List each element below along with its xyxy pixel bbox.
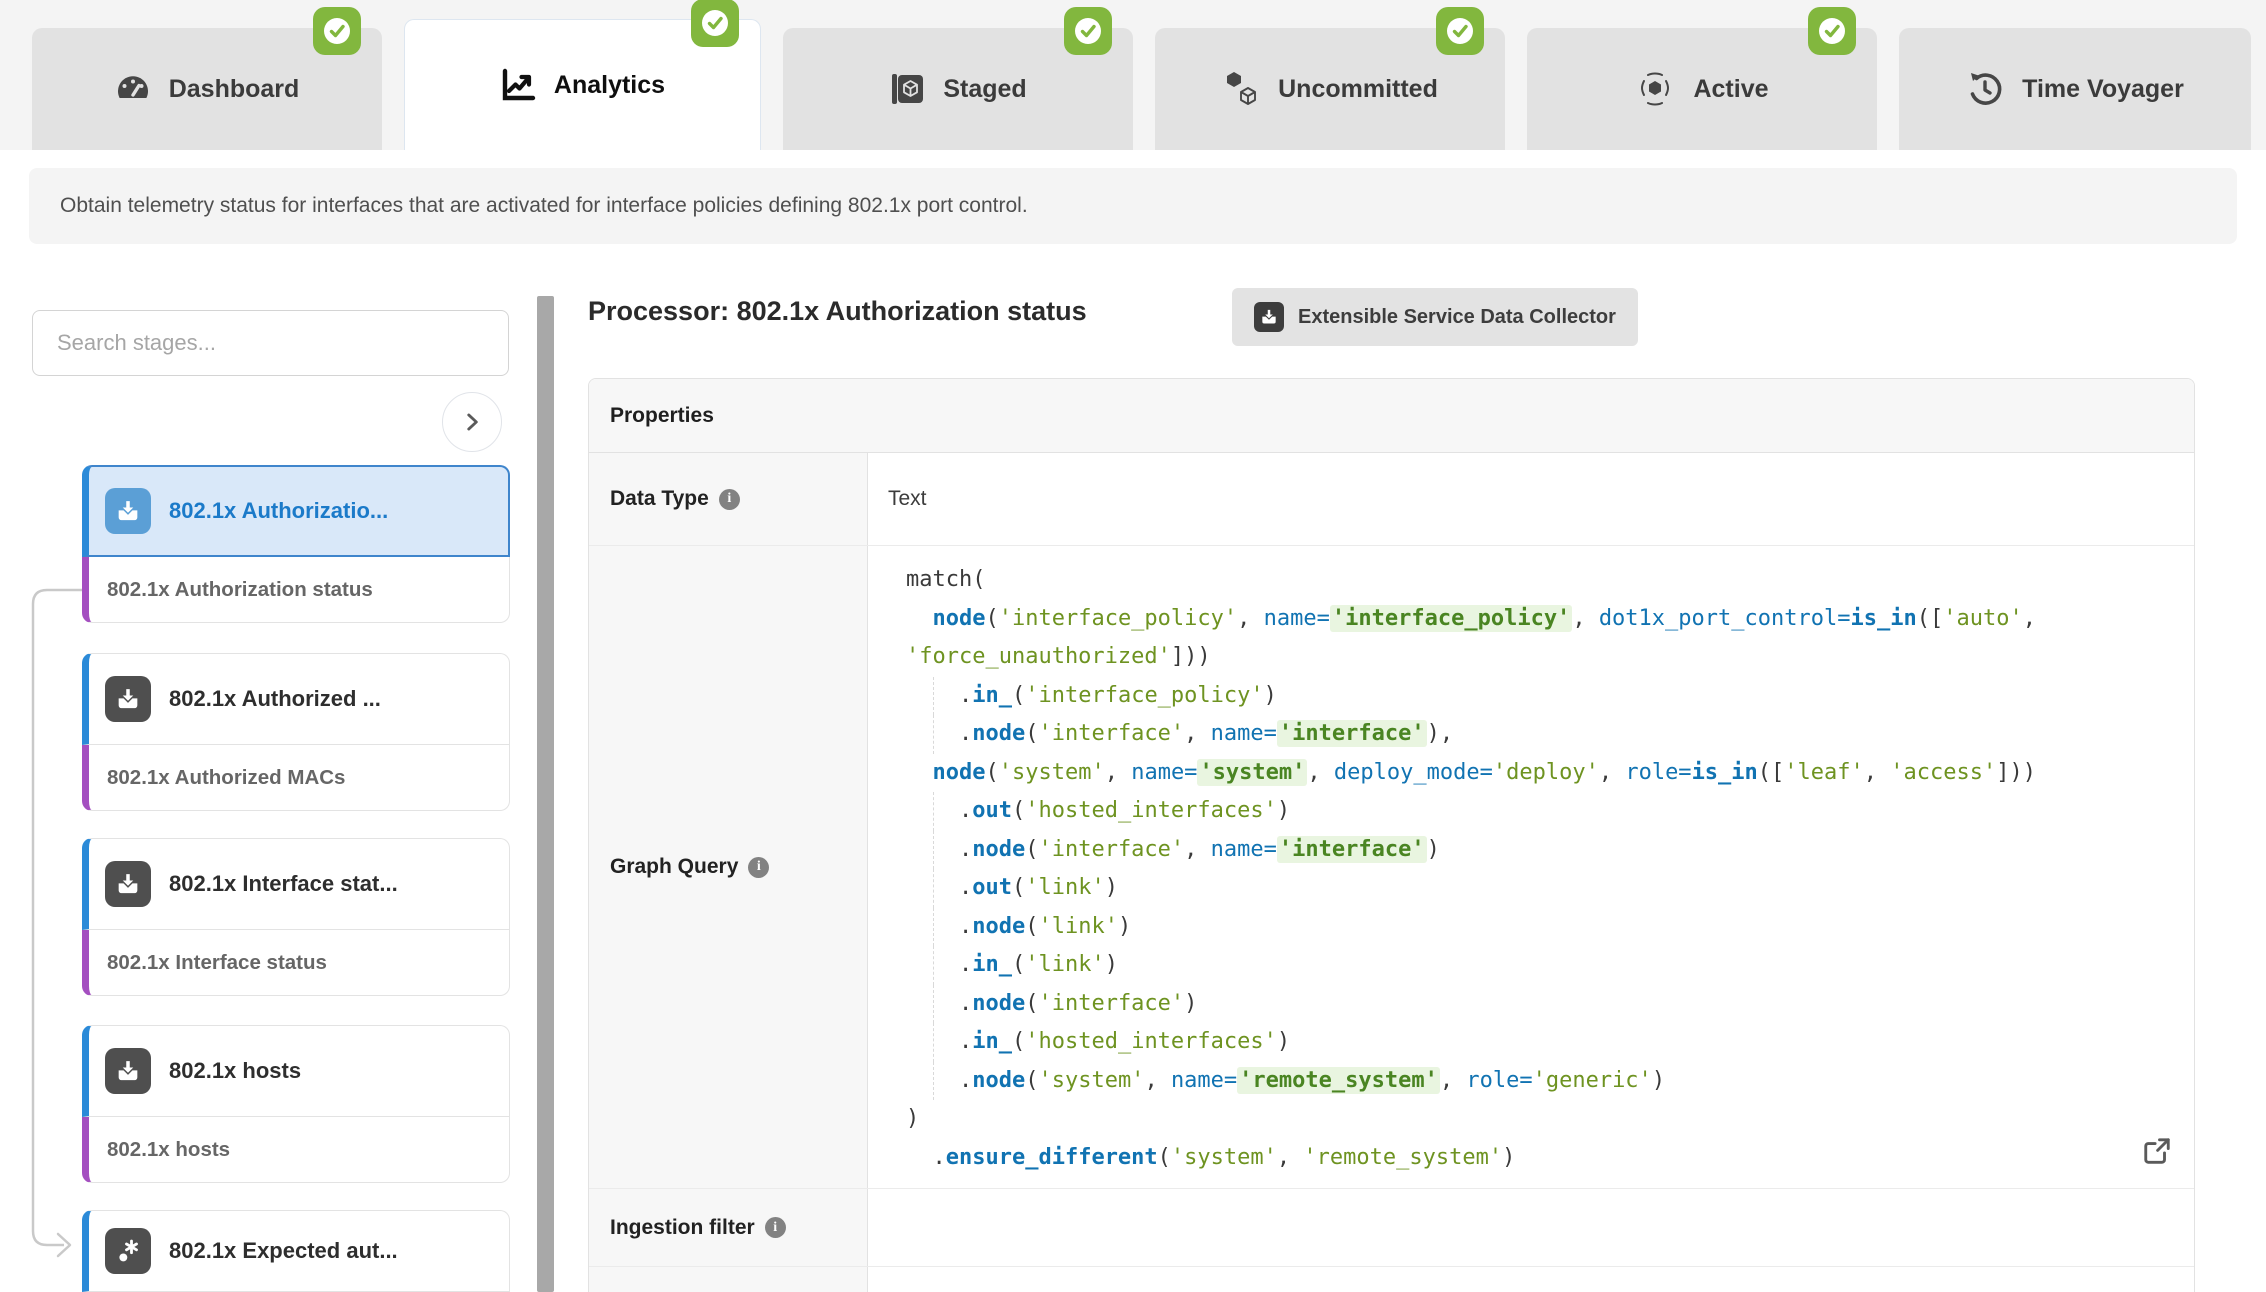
stage-title: 802.1x Authorized ... — [169, 686, 381, 712]
properties-title: Properties — [610, 404, 714, 428]
data-type-label: Data Type — [610, 487, 709, 511]
properties-panel-header: Properties — [589, 379, 2194, 453]
data-type-value: Text — [868, 453, 2194, 545]
synced-check-badge — [313, 7, 361, 55]
property-label-cell: Graph Query i — [589, 546, 868, 1188]
collector-icon — [105, 861, 151, 907]
processor-icon — [105, 1228, 151, 1274]
stage-processor[interactable]: 802.1x Expected aut... — [82, 1210, 510, 1292]
stage-output-label: 802.1x hosts — [107, 1138, 230, 1162]
stage-output-label: 802.1x Authorized MACs — [107, 766, 345, 790]
stage-title: 802.1x Interface stat... — [169, 871, 398, 897]
expand-query-icon[interactable] — [2142, 1136, 2172, 1166]
tab-uncommitted[interactable]: Uncommitted — [1155, 28, 1505, 150]
tab-label: Staged — [943, 75, 1026, 104]
collector-button-label: Extensible Service Data Collector — [1298, 306, 1616, 329]
info-icon[interactable]: i — [748, 857, 769, 878]
probe-description-text: Obtain telemetry status for interfaces t… — [60, 194, 1028, 218]
stage-card-authorized-macs[interactable]: 802.1x Authorized ... 802.1x Authorized … — [82, 653, 510, 811]
stage-output[interactable]: 802.1x Authorized MACs — [82, 745, 510, 811]
processor-page-title: Processor: 802.1x Authorization status — [588, 296, 1087, 327]
property-label-cell: Data Type i — [589, 453, 868, 545]
gauge-icon — [115, 72, 151, 106]
tab-label: Dashboard — [169, 75, 300, 104]
collector-icon — [105, 488, 151, 534]
synced-check-badge — [691, 0, 739, 47]
probe-description-bar: Obtain telemetry status for interfaces t… — [29, 168, 2237, 244]
property-row-data-type: Data Type i Text — [589, 453, 2194, 546]
search-stages-input[interactable] — [32, 310, 509, 376]
info-icon[interactable]: i — [719, 489, 740, 510]
tab-dashboard[interactable]: Dashboard — [32, 28, 382, 150]
properties-panel: Properties Data Type i Text Graph Query … — [588, 378, 2195, 1292]
synced-check-badge — [1436, 7, 1484, 55]
ingestion-filter-value — [868, 1189, 2194, 1266]
analytics-icon — [500, 67, 536, 103]
tab-label: Uncommitted — [1278, 75, 1438, 104]
history-clock-icon — [1966, 70, 2004, 108]
uncommitted-cubes-icon — [1222, 70, 1260, 108]
collector-icon — [105, 676, 151, 722]
graph-query-label: Graph Query — [610, 855, 738, 879]
stage-card-interface-status[interactable]: 802.1x Interface stat... 802.1x Interfac… — [82, 838, 510, 996]
property-row-graph-query: Graph Query i match( node('interface_pol… — [589, 546, 2194, 1189]
staged-cube-icon — [889, 71, 925, 107]
tab-label: Analytics — [554, 71, 665, 100]
tab-label: Active — [1693, 75, 1768, 104]
synced-check-badge — [1808, 7, 1856, 55]
info-icon[interactable]: i — [765, 1217, 786, 1238]
stage-processor[interactable]: 802.1x Authorized ... — [82, 653, 510, 745]
stage-output[interactable]: 802.1x Interface status — [82, 930, 510, 996]
graph-query-code: match( node('interface_policy', name='in… — [888, 546, 2036, 1177]
tab-time-voyager[interactable]: Time Voyager — [1899, 28, 2251, 150]
blueprint-tab-strip: Dashboard Analytics — [0, 0, 2266, 150]
application-window: Dashboard Analytics — [0, 0, 2266, 1292]
chevron-right-icon — [459, 409, 485, 435]
stage-processor[interactable]: 802.1x Interface stat... — [82, 838, 510, 930]
stage-output[interactable]: 802.1x hosts — [82, 1117, 510, 1183]
collapse-sidebar-button[interactable] — [442, 392, 502, 452]
property-label-cell: Ingestion filter i — [589, 1189, 868, 1266]
stage-output-label: 802.1x Authorization status — [107, 578, 373, 602]
collector-icon — [105, 1048, 151, 1094]
stage-title: 802.1x hosts — [169, 1058, 301, 1084]
stage-output[interactable]: 802.1x Authorization status — [82, 557, 510, 623]
property-row-ingestion-filter: Ingestion filter i — [589, 1189, 2194, 1267]
stage-output-label: 802.1x Interface status — [107, 951, 327, 975]
ingestion-filter-label: Ingestion filter — [610, 1216, 755, 1240]
stage-card-authorization-status[interactable]: 802.1x Authorizatio... 802.1x Authorizat… — [82, 465, 510, 623]
sidebar-scrollbar[interactable] — [537, 296, 554, 1292]
tab-active[interactable]: Active — [1527, 28, 1877, 150]
stage-processor[interactable]: 802.1x Authorizatio... — [82, 465, 510, 557]
tab-analytics[interactable]: Analytics — [404, 19, 761, 150]
tab-staged[interactable]: Staged — [783, 28, 1133, 150]
active-cube-icon — [1635, 69, 1675, 109]
stage-processor[interactable]: 802.1x hosts — [82, 1025, 510, 1117]
collector-icon — [1254, 302, 1284, 332]
stage-card-expected-auth[interactable]: 802.1x Expected aut... — [82, 1210, 510, 1292]
stage-card-hosts[interactable]: 802.1x hosts 802.1x hosts — [82, 1025, 510, 1183]
extensible-service-data-collector-button[interactable]: Extensible Service Data Collector — [1232, 288, 1638, 346]
property-label-cell — [589, 1267, 868, 1292]
property-row-partial — [589, 1267, 2194, 1292]
graph-query-value: match( node('interface_policy', name='in… — [868, 546, 2194, 1188]
search-stages-box — [32, 310, 509, 376]
stage-title: 802.1x Authorizatio... — [169, 498, 388, 524]
stage-title: 802.1x Expected aut... — [169, 1238, 398, 1264]
tab-label: Time Voyager — [2022, 75, 2184, 104]
synced-check-badge — [1064, 7, 1112, 55]
